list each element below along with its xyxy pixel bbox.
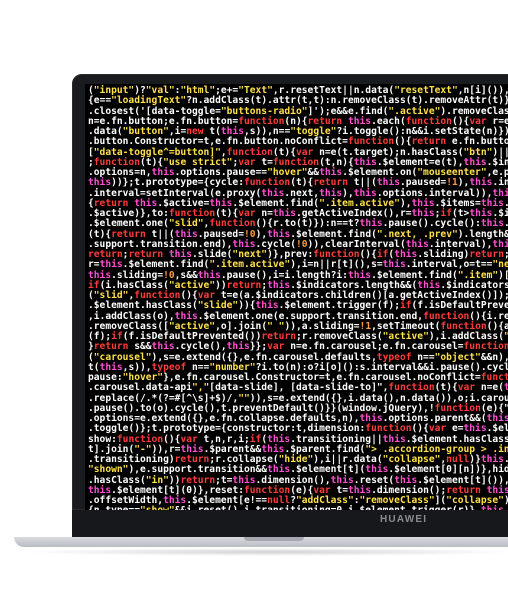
code-line: this))};t.prototype={cycle:function(t){r… [88,177,508,189]
brand-logo: HUAWEI [380,514,428,525]
laptop-shadow [20,548,508,556]
code-line: r=this.$element.find(".item.active"),i=n… [88,259,508,271]
laptop-chin [72,510,508,537]
laptop-screen: ("input")?"val":"html";e+="Text",r.reset… [85,84,508,514]
code-listing: ("input")?"val":"html";e+="Text",r.reset… [88,85,508,514]
photo-scene: ("input")?"val":"html";e+="Text",r.reset… [0,0,508,600]
laptop-base-notch [244,537,304,541]
